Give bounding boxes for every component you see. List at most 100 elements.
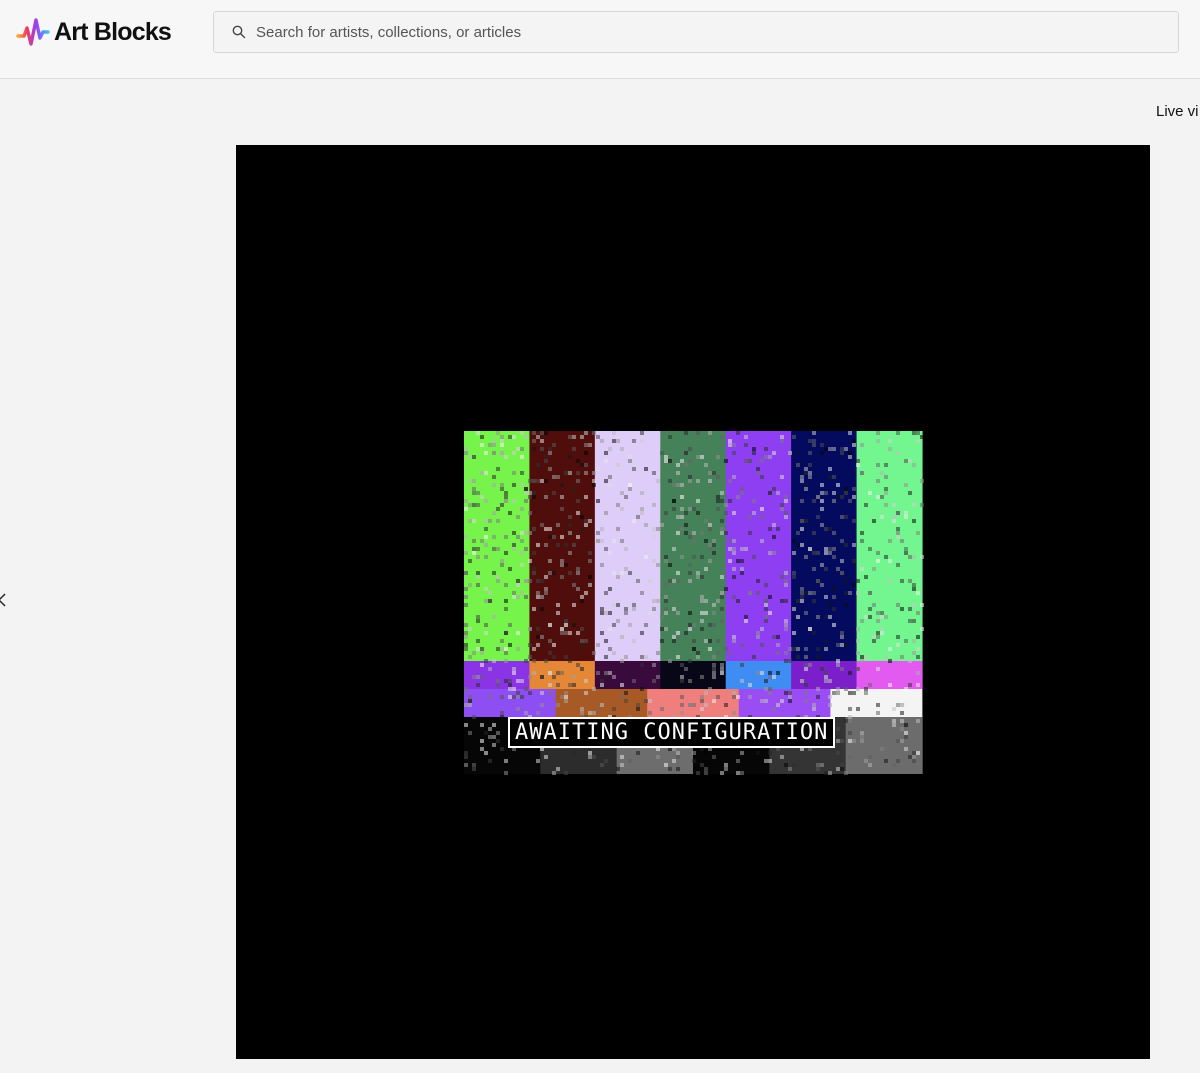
noise-pixel: [624, 655, 628, 659]
noise-pixel: [688, 479, 692, 483]
noise-pixel: [828, 771, 832, 775]
noise-pixel: [532, 495, 536, 499]
noise-pixel: [904, 515, 908, 519]
noise-pixel: [852, 487, 856, 491]
live-view-tab[interactable]: Live vi: [1156, 103, 1199, 120]
noise-pixel: [704, 463, 708, 467]
noise-pixel: [540, 447, 544, 451]
noise-pixel: [604, 671, 608, 675]
noise-pixel: [740, 571, 744, 575]
noise-pixel: [700, 675, 704, 679]
noise-pixel: [764, 759, 768, 763]
noise-pixel: [584, 495, 588, 499]
noise-pixel: [732, 551, 736, 555]
noise-pixel: [504, 651, 508, 655]
noise-pixel: [524, 595, 528, 599]
noise-pixel: [488, 695, 492, 699]
noise-pixel: [636, 579, 640, 583]
noise-pixel: [676, 463, 680, 467]
noise-pixel: [516, 583, 520, 587]
noise-pixel: [792, 647, 796, 651]
brand-logo[interactable]: Art Blocks: [16, 16, 172, 48]
noise-pixel: [496, 739, 500, 743]
noise-pixel: [760, 627, 764, 631]
search-input[interactable]: [256, 23, 1178, 41]
noise-pixel: [584, 519, 588, 523]
noise-pixel: [916, 683, 920, 687]
noise-pixel: [484, 659, 488, 663]
noise-pixel: [876, 703, 880, 707]
noise-pixel: [604, 511, 608, 515]
noise-pixel: [632, 467, 636, 471]
noise-pixel: [844, 447, 848, 451]
noise-pixel: [604, 479, 608, 483]
noise-pixel: [664, 607, 668, 611]
noise-pixel: [784, 659, 788, 663]
noise-pixel: [620, 507, 624, 511]
noise-pixel: [848, 451, 852, 455]
noise-pixel: [600, 527, 604, 531]
noise-pixel: [536, 595, 540, 599]
noise-pixel: [800, 587, 804, 591]
noise-pixel: [504, 455, 508, 459]
color-bar: [660, 661, 727, 689]
noise-pixel: [824, 615, 828, 619]
noise-pixel: [904, 747, 908, 751]
noise-pixel: [816, 615, 820, 619]
noise-pixel: [668, 659, 672, 663]
noise-pixel: [688, 623, 692, 627]
noise-pixel: [500, 747, 504, 751]
noise-pixel: [484, 535, 488, 539]
noise-pixel: [864, 759, 868, 763]
noise-pixel: [900, 739, 904, 743]
noise-pixel: [904, 639, 908, 643]
noise-pixel: [684, 451, 688, 455]
noise-pixel: [588, 519, 592, 523]
noise-pixel: [800, 595, 804, 599]
noise-pixel: [644, 555, 648, 559]
noise-pixel: [608, 447, 612, 451]
noise-pixel: [500, 647, 504, 651]
noise-pixel: [748, 459, 752, 463]
noise-pixel: [680, 459, 684, 463]
search-bar[interactable]: [213, 11, 1179, 53]
noise-pixel: [820, 483, 824, 487]
noise-pixel: [488, 519, 492, 523]
noise-pixel: [752, 511, 756, 515]
noise-pixel: [780, 503, 784, 507]
noise-pixel: [772, 707, 776, 711]
chevron-left-icon[interactable]: [0, 592, 8, 608]
noise-pixel: [548, 559, 552, 563]
noise-pixel: [484, 631, 488, 635]
noise-pixel: [712, 655, 716, 659]
noise-pixel: [552, 771, 556, 775]
noise-pixel: [832, 447, 836, 451]
noise-pixel: [740, 567, 744, 571]
noise-pixel: [620, 763, 624, 767]
noise-pixel: [588, 575, 592, 579]
noise-pixel: [708, 523, 712, 527]
noise-pixel: [700, 707, 704, 711]
noise-pixel: [888, 559, 892, 563]
noise-pixel: [564, 543, 568, 547]
noise-pixel: [560, 563, 564, 567]
noise-pixel: [688, 659, 692, 663]
noise-pixel: [580, 435, 584, 439]
noise-pixel: [884, 759, 888, 763]
noise-pixel: [740, 487, 744, 491]
noise-pixel: [676, 571, 680, 575]
color-bar: [594, 431, 661, 661]
noise-pixel: [636, 751, 640, 755]
noise-pixel: [496, 575, 500, 579]
noise-pixel: [824, 675, 828, 679]
noise-pixel: [472, 651, 476, 655]
noise-pixel: [908, 683, 912, 687]
noise-pixel: [912, 463, 916, 467]
noise-pixel: [480, 435, 484, 439]
noise-pixel: [864, 575, 868, 579]
noise-pixel: [668, 459, 672, 463]
noise-pixel: [524, 491, 528, 495]
noise-pixel: [708, 559, 712, 563]
noise-pixel: [464, 603, 468, 607]
noise-pixel: [680, 483, 684, 487]
